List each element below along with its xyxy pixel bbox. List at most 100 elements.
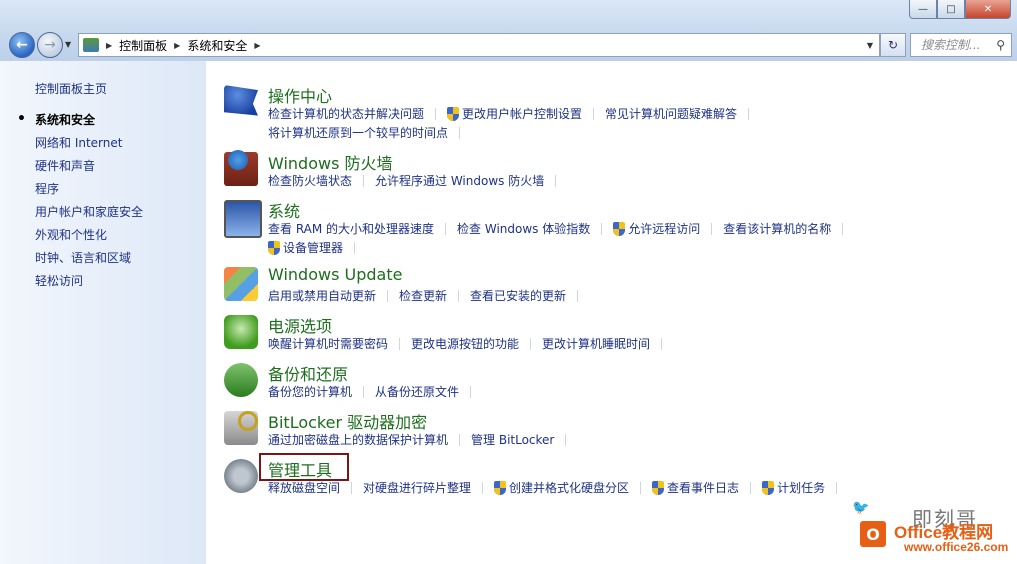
link-separator <box>565 433 567 446</box>
link-separator <box>640 481 642 494</box>
recent-pages-dropdown-icon[interactable]: ▼ <box>65 40 71 49</box>
task-link[interactable]: 更改电源按钮的功能 <box>411 335 519 352</box>
firewall-icon[interactable] <box>224 150 258 186</box>
address-dropdown-icon[interactable]: ▼ <box>867 41 873 50</box>
category-links: 检查计算机的状态并解决问题 更改用户帐户控制设置 常见计算机问题疑难解答将计算机还原… <box>268 104 1008 142</box>
task-link-label: 查看 RAM 的大小和处理器速度 <box>268 222 435 236</box>
task-link[interactable]: 释放磁盘空间 <box>268 479 340 496</box>
link-separator <box>530 337 532 350</box>
minimize-button[interactable]: — <box>909 0 937 19</box>
link-separator <box>354 241 356 254</box>
link-row: 启用或禁用自动更新 检查更新 查看已安装的更新 <box>268 286 1008 305</box>
task-link[interactable]: 唤醒计算机时需要密码 <box>268 335 388 352</box>
sidebar-item[interactable]: 用户帐户和家庭安全 <box>35 203 143 226</box>
chevron-right-icon[interactable]: ▶ <box>174 41 180 50</box>
address-bar[interactable]: ▶ 控制面板 ▶ 系统和安全 ▶ ▼ <box>78 33 880 57</box>
administrative-tools-icon[interactable] <box>224 459 258 493</box>
task-link[interactable]: 更改计算机睡眠时间 <box>542 335 650 352</box>
task-link-label: 查看已安装的更新 <box>470 289 567 303</box>
category-links: 备份您的计算机 从备份还原文件 <box>268 382 1008 401</box>
link-row: 查看 RAM 的大小和处理器速度 检查 Windows 体验指数 允许远程访问 查看该… <box>268 219 1008 238</box>
task-link-label: 设备管理器 <box>283 241 344 255</box>
sidebar-item[interactable]: 外观和个性化 <box>35 226 143 249</box>
task-link[interactable]: 允许远程访问 <box>613 220 700 237</box>
link-separator <box>470 385 472 398</box>
uac-shield-icon <box>652 480 665 495</box>
task-link-label: 检查更新 <box>399 289 448 303</box>
link-row: 备份您的计算机 从备份还原文件 <box>268 382 1008 401</box>
link-row: 唤醒计算机时需要密码 更改电源按钮的功能 更改计算机睡眠时间 <box>268 334 1008 353</box>
search-box[interactable]: ⚲ <box>910 33 1012 57</box>
close-button[interactable]: ✕ <box>965 0 1011 19</box>
bitlocker-icon[interactable] <box>224 411 258 445</box>
link-separator <box>399 337 401 350</box>
task-link[interactable]: 管理 BitLocker <box>471 431 554 448</box>
task-link[interactable]: 常见计算机问题疑难解答 <box>605 105 737 122</box>
breadcrumb-system-security[interactable]: 系统和安全 <box>187 37 247 54</box>
task-link[interactable]: 更改用户帐户控制设置 <box>447 105 582 122</box>
task-link-label: 更改用户帐户控制设置 <box>462 107 583 121</box>
chevron-right-icon[interactable]: ▶ <box>106 41 112 50</box>
task-link[interactable]: 查看该计算机的名称 <box>723 220 831 237</box>
category-title[interactable]: Windows Update <box>268 265 402 284</box>
task-link[interactable]: 设备管理器 <box>268 239 343 256</box>
task-link-label: 释放磁盘空间 <box>268 481 341 495</box>
link-separator <box>748 107 750 120</box>
office-logo-icon: O <box>860 521 886 547</box>
sidebar: 控制面板主页 系统和安全网络和 Internet硬件和声音程序用户帐户和家庭安全… <box>0 60 206 564</box>
chevron-right-icon[interactable]: ▶ <box>254 41 260 50</box>
search-icon[interactable]: ⚲ <box>996 38 1005 52</box>
task-link[interactable]: 查看 RAM 的大小和处理器速度 <box>268 220 434 237</box>
sidebar-item[interactable]: 程序 <box>35 180 143 203</box>
backup-restore-icon[interactable] <box>224 363 258 397</box>
task-link[interactable]: 通过加密磁盘上的数据保护计算机 <box>268 431 448 448</box>
task-link[interactable]: 检查计算机的状态并解决问题 <box>268 105 424 122</box>
task-link-label: 查看该计算机的名称 <box>723 222 832 236</box>
task-link[interactable]: 备份您的计算机 <box>268 383 352 400</box>
link-separator <box>459 126 461 139</box>
link-separator <box>445 222 447 235</box>
action-center-flag-icon[interactable] <box>224 85 258 116</box>
task-link-label: 允许程序通过 Windows 防火墙 <box>375 174 545 188</box>
task-link[interactable]: 从备份还原文件 <box>375 383 459 400</box>
sidebar-home-link[interactable]: 控制面板主页 <box>35 80 107 97</box>
task-link[interactable]: 允许程序通过 Windows 防火墙 <box>375 172 544 189</box>
refresh-button[interactable]: ↻ <box>880 33 906 57</box>
task-link[interactable]: 检查 Windows 体验指数 <box>457 220 590 237</box>
windows-update-icon[interactable] <box>224 267 258 301</box>
task-link[interactable]: 将计算机还原到一个较早的时间点 <box>268 124 448 141</box>
link-row: 检查计算机的状态并解决问题 更改用户帐户控制设置 常见计算机问题疑难解答 <box>268 104 1008 123</box>
search-input[interactable] <box>919 37 995 53</box>
link-separator <box>661 337 663 350</box>
forward-button[interactable]: → <box>37 32 63 58</box>
link-separator <box>459 433 461 446</box>
task-link[interactable]: 查看事件日志 <box>652 479 739 496</box>
category-links: 查看 RAM 的大小和处理器速度 检查 Windows 体验指数 允许远程访问 查看该… <box>268 219 1008 257</box>
system-computer-icon[interactable] <box>224 200 262 238</box>
link-separator <box>750 481 752 494</box>
link-separator <box>555 174 557 187</box>
task-link[interactable]: 启用或禁用自动更新 <box>268 287 376 304</box>
task-link[interactable]: 对硬盘进行碎片整理 <box>363 479 471 496</box>
task-link-label: 检查计算机的状态并解决问题 <box>268 107 425 121</box>
task-link[interactable]: 查看已安装的更新 <box>470 287 566 304</box>
back-button[interactable]: ← <box>9 32 35 58</box>
sidebar-item[interactable]: 轻松访问 <box>35 272 143 295</box>
task-link[interactable]: 检查防火墙状态 <box>268 172 352 189</box>
task-link-label: 创建并格式化硬盘分区 <box>509 481 630 495</box>
sidebar-item[interactable]: 网络和 Internet <box>35 134 143 157</box>
breadcrumb-control-panel[interactable]: 控制面板 <box>119 37 167 54</box>
task-link[interactable]: 创建并格式化硬盘分区 <box>494 479 629 496</box>
task-link-label: 计划任务 <box>777 481 826 495</box>
sidebar-item: 系统和安全 <box>17 110 143 134</box>
link-separator <box>836 481 838 494</box>
link-row: 设备管理器 <box>268 238 1008 257</box>
sidebar-item[interactable]: 时钟、语言和区域 <box>35 249 143 272</box>
sidebar-item[interactable]: 硬件和声音 <box>35 157 143 180</box>
power-options-icon[interactable] <box>224 315 258 349</box>
task-link-label: 更改计算机睡眠时间 <box>542 337 651 351</box>
task-link-label: 启用或禁用自动更新 <box>268 289 377 303</box>
task-link[interactable]: 检查更新 <box>399 287 447 304</box>
task-link[interactable]: 计划任务 <box>762 479 825 496</box>
maximize-button[interactable]: □ <box>937 0 965 19</box>
